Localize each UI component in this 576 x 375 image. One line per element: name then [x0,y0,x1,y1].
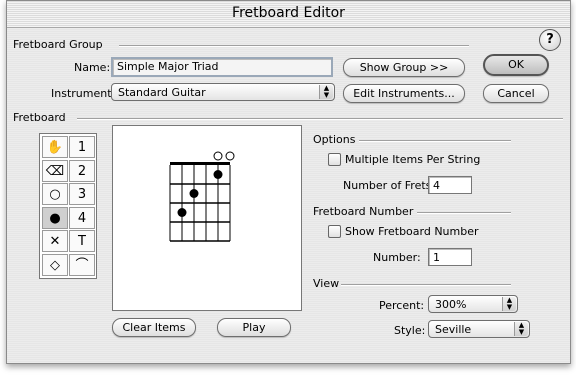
tool-open-circle-icon[interactable]: ○ [42,183,68,205]
window-title: Fretboard Editor [232,5,345,21]
tool-barre-arc-icon[interactable]: ⌒ [69,253,95,276]
fretboard-number-divider [417,212,511,214]
number-of-frets-field[interactable]: 4 [428,176,472,194]
ok-button[interactable]: OK [483,54,549,76]
tool-finger-3-icon[interactable]: 3 [69,183,95,205]
title-bar[interactable]: Fretboard Editor [7,1,570,28]
tool-thumb-icon[interactable]: T [69,230,95,252]
percent-label: Percent: [379,299,425,312]
view-divider [341,284,511,286]
fretboard-canvas[interactable] [112,125,302,311]
multiple-items-label: Multiple Items Per String [345,153,481,166]
style-value: Seville [435,323,472,336]
number-label: Number: [373,251,421,264]
open-string-marker [213,151,223,161]
tool-diamond-icon[interactable]: ◇ [42,253,68,276]
instrument-value: Standard Guitar [118,86,206,99]
percent-value: 300% [435,298,467,311]
name-field[interactable]: Simple Major Triad [111,57,333,77]
show-fretboard-number-checkbox[interactable] [328,225,341,238]
clear-items-button[interactable]: Clear Items [112,318,196,337]
open-string-marker [225,151,235,161]
popup-arrows-icon: ▲ ▼ [502,297,516,311]
finger-dot [177,208,187,217]
help-button[interactable]: ? [539,29,561,51]
show-group-button[interactable]: Show Group >> [343,58,465,77]
number-field[interactable]: 1 [428,248,472,266]
multiple-items-checkbox[interactable] [328,153,341,166]
cancel-button[interactable]: Cancel [483,84,549,103]
nut [170,162,230,165]
finger-dot [189,189,199,198]
fretboard-heading: Fretboard [13,111,66,124]
tool-filled-circle-icon[interactable]: ● [42,206,68,229]
finger-dot [213,170,223,179]
play-button[interactable]: Play [217,318,291,337]
tool-finger-4-icon[interactable]: 4 [69,206,95,229]
style-popup[interactable]: Seville ▲ ▼ [428,320,530,338]
popup-arrows-icon: ▲ ▼ [319,85,333,99]
fretboard-group-heading: Fretboard Group [13,38,103,51]
number-of-frets-label: Number of Frets: [343,179,436,192]
fretboard-editor-dialog: Fretboard Editor ? Fretboard Group Name:… [6,0,571,364]
style-label: Style: [394,324,426,337]
popup-arrows-icon: ▲ ▼ [514,322,528,336]
fretboard-diagram [169,151,235,242]
tool-finger-1-icon[interactable]: 1 [69,136,95,158]
instrument-label: Instrument: [51,87,116,100]
options-heading: Options [313,133,356,146]
tool-palette: ✋ 1 ⌫ 2 ○ 3 ● 4 ✕ T ◇ ⌒ [39,133,97,279]
tool-hand-icon[interactable]: ✋ [42,136,68,158]
edit-instruments-button[interactable]: Edit Instruments... [343,84,465,103]
instrument-popup[interactable]: Standard Guitar ▲ ▼ [111,83,335,101]
tool-finger-2-icon[interactable]: 2 [69,159,95,182]
fretboard-number-heading: Fretboard Number [313,205,414,218]
percent-popup[interactable]: 300% ▲ ▼ [428,295,518,313]
name-label: Name: [74,61,111,74]
tool-x-mark-icon[interactable]: ✕ [42,230,68,252]
fretboard-divider [77,118,563,120]
view-heading: View [313,277,340,290]
tool-eraser-icon[interactable]: ⌫ [42,159,68,182]
show-fretboard-number-label: Show Fretboard Number [345,225,479,238]
options-divider [359,140,511,142]
group-divider [119,45,469,47]
